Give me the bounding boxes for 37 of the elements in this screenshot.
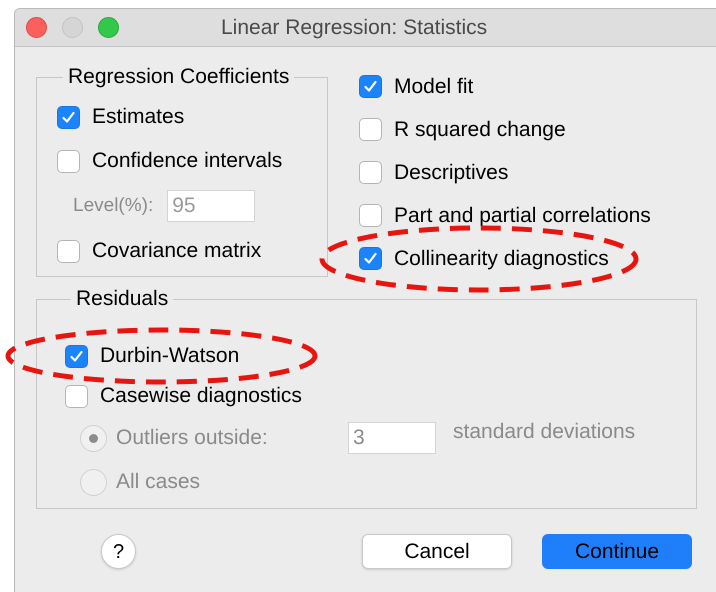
radio-label: Outliers outside: xyxy=(116,425,269,452)
zoom-button[interactable] xyxy=(98,17,119,38)
checkbox[interactable] xyxy=(359,204,382,227)
group-title: Residuals xyxy=(75,287,170,311)
checkbox[interactable] xyxy=(57,240,80,262)
close-button[interactable] xyxy=(26,17,47,38)
window-title: Linear Regression: Statistics xyxy=(221,14,488,41)
checkbox[interactable] xyxy=(57,150,80,172)
radio-label: All cases xyxy=(116,469,202,496)
checkbox-label: Estimates xyxy=(92,104,184,130)
checkbox-label: Covariance matrix xyxy=(92,238,262,264)
checkbox[interactable] xyxy=(65,384,88,408)
checkbox-label: Part and partial correlations xyxy=(394,202,651,229)
check-icon xyxy=(61,110,76,124)
unit-label: standard deviations xyxy=(453,419,636,446)
check-icon xyxy=(363,251,378,266)
checkbox[interactable] xyxy=(57,106,80,128)
checkbox[interactable] xyxy=(359,161,382,184)
checkbox[interactable] xyxy=(65,344,88,368)
continue-button[interactable]: Continue xyxy=(542,534,692,569)
minimize-button[interactable] xyxy=(62,17,83,38)
check-icon xyxy=(363,79,378,94)
check-icon xyxy=(69,348,84,364)
field-label: Level(%): xyxy=(73,194,154,218)
checkbox[interactable] xyxy=(359,75,382,98)
group-title: Regression Coefficients xyxy=(67,65,290,89)
checkbox-label: Descriptives xyxy=(394,160,508,186)
checkbox-label: Model fit xyxy=(394,74,474,100)
checkbox-label: Casewise diagnostics xyxy=(100,383,302,410)
checkbox[interactable] xyxy=(359,118,382,141)
checkbox[interactable] xyxy=(359,247,382,270)
checkbox-label: Confidence intervals xyxy=(92,148,282,174)
cancel-button[interactable]: Cancel xyxy=(362,534,512,569)
help-button[interactable]: ? xyxy=(101,534,136,569)
checkbox-label: Durbin-Watson xyxy=(100,343,240,370)
checkbox-label: Collinearity diagnostics xyxy=(394,246,609,272)
checkbox-label: R squared change xyxy=(394,116,566,143)
